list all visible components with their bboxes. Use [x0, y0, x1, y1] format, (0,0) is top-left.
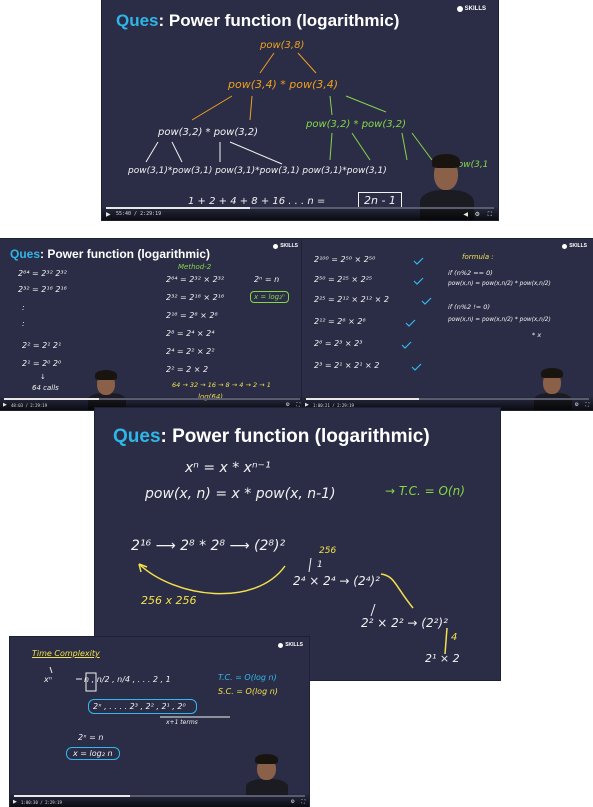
ques-label: Ques — [10, 247, 41, 261]
time-display: 55:40 / 2:29:19 — [116, 211, 162, 217]
video-controls[interactable]: ▶ 55:40 / 2:29:19 ◀ ⚙ ⛶ — [102, 206, 498, 220]
slide-title: Ques: Power function (logarithmic) — [10, 247, 210, 261]
expansion-line-4: 2¹ = 2⁰ 2⁰ — [22, 359, 62, 368]
logo-text: SKILLS — [280, 243, 298, 249]
logo-icon — [273, 243, 279, 249]
tree-level-3-left: pow(3,2) * pow(3,2) — [158, 127, 259, 138]
calls-count: 64 calls — [32, 384, 59, 392]
expansion-dots: : — [22, 319, 25, 328]
progress-bar[interactable] — [4, 398, 300, 400]
video-frame-time-complexity[interactable]: SKILLS Time Complexity xⁿ n , n/2 , n/4 … — [10, 637, 309, 807]
down-arrow: ↓ — [40, 373, 46, 381]
power-equation: 2ⁿ = n — [254, 275, 280, 284]
play-icon[interactable]: ▶ — [106, 212, 111, 218]
method-line-1: 2⁶⁴ = 2³² × 2³² — [166, 275, 225, 284]
expansion-line-1: 2⁶⁴ = 2³² 2³² — [18, 269, 67, 278]
expansion-dots: : — [22, 303, 25, 312]
log-equation: x = log₂ⁿ — [250, 291, 289, 303]
tree-level-4: pow(3,1)*pow(3,1) pow(3,1)*pow(3,1) pow(… — [128, 166, 387, 176]
play-icon[interactable]: ▶ — [13, 799, 17, 805]
formula-odd-extra: * x — [532, 331, 542, 339]
settings-icon[interactable]: ⚙ — [475, 212, 480, 218]
fullscreen-icon[interactable]: ⛶ — [301, 799, 305, 805]
skills-logo: SKILLS — [273, 243, 298, 249]
progress-fill — [106, 207, 250, 209]
expansion-line-3: 2² = 2¹ 2¹ — [22, 341, 62, 350]
formula-condition-even: if (n%2 == 0) — [448, 269, 493, 277]
progress-bar[interactable] — [14, 795, 305, 797]
title-text: : Power function (logarithmic) — [40, 247, 211, 261]
expansion-line-2: 2³² = 2¹⁶ 2¹⁶ — [18, 285, 67, 294]
video-frame-formula[interactable]: SKILLS 2¹⁰⁰ = 2⁵⁰ × 2⁵⁰ 2⁵⁰ = 2²⁵ × 2²⁵ … — [302, 239, 593, 410]
tree-level-2: pow(3,4) * pow(3,4) — [228, 78, 339, 91]
method-line-4: 2⁸ = 2⁴ × 2⁴ — [166, 329, 215, 338]
method-line-3: 2¹⁶ = 2⁸ × 2⁸ — [166, 311, 218, 320]
tree-level-3-right: pow(3,2) * pow(3,2) — [306, 119, 407, 130]
tree-root: pow(3,8) — [260, 40, 305, 51]
formula-odd: pow(x,n) = pow(x,n/2) * pow(x,n/2) — [448, 317, 551, 323]
video-frame-method-2[interactable]: Ques: Power function (logarithmic) SKILL… — [0, 239, 304, 410]
progress-bar[interactable] — [306, 398, 589, 400]
progress-fill — [4, 398, 99, 400]
progress-bar[interactable] — [106, 207, 494, 209]
formula-condition-odd: if (n%2 != 0) — [448, 303, 490, 311]
formula-title: formula : — [462, 253, 494, 261]
progress-fill — [306, 398, 420, 400]
progress-fill — [14, 795, 131, 797]
method-label: Method-2 — [178, 263, 212, 271]
method-line-2: 2³² = 2¹⁶ × 2¹⁶ — [166, 293, 225, 302]
method-line-6: 2² = 2 × 2 — [166, 365, 209, 374]
time-display: 1:00:30 / 2:29:19 — [21, 800, 62, 805]
video-frame-power-tree[interactable]: Ques: Power function (logarithmic) SKILL… — [102, 0, 498, 220]
time-display: 48:03 / 2:29:19 — [11, 403, 48, 408]
fullscreen-icon[interactable]: ⛶ — [488, 212, 492, 218]
halving-sequence: 64 → 32 → 16 → 8 → 4 → 2 → 1 — [172, 381, 271, 389]
settings-icon[interactable]: ⚙ — [291, 799, 295, 805]
method-line-5: 2⁴ = 2² × 2² — [166, 347, 215, 356]
settings-icon[interactable]: ⚙ — [575, 402, 579, 408]
video-controls[interactable]: ▶ 1:00:30 / 2:29:19 ⚙ ⛶ — [10, 793, 309, 807]
formula-even: pow(x,n) = pow(x,n/2) * pow(x,n/2) — [448, 281, 551, 287]
play-icon[interactable]: ▶ — [3, 402, 7, 408]
instructor-avatar — [242, 751, 292, 797]
volume-icon[interactable]: ◀ — [463, 212, 468, 218]
fullscreen-icon[interactable]: ⛶ — [585, 402, 589, 408]
